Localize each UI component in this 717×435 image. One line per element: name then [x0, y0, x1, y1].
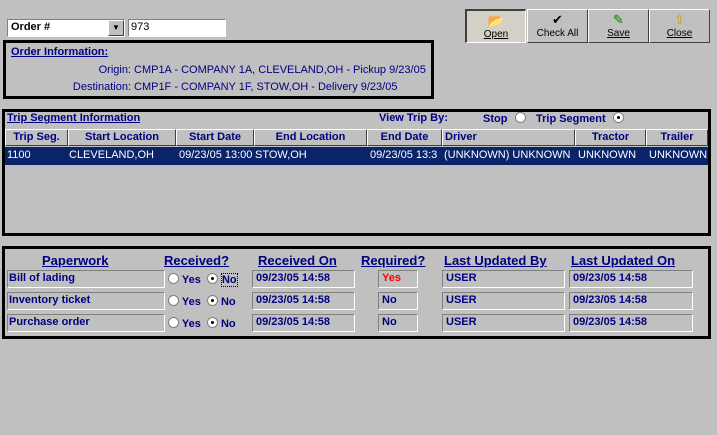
- table-cell: UNKNOWN: [649, 149, 708, 161]
- trip-segment-grid[interactable]: Trip Seg. Start Location Start Date End …: [5, 129, 708, 233]
- paperwork-name: Inventory ticket: [7, 292, 165, 310]
- order-number-input[interactable]: 973: [128, 19, 226, 37]
- received-no-radio[interactable]: [206, 273, 218, 284]
- received-on-field: 09/23/05 14:58: [252, 270, 355, 288]
- table-cell: (UNKNOWN) UNKNOWN: [444, 149, 571, 161]
- order-information-panel: Order Information: Origin: CMP1A - COMPA…: [3, 40, 434, 99]
- received-no-radio[interactable]: [206, 295, 218, 306]
- column-header-trailer[interactable]: Trailer: [646, 129, 708, 146]
- received-yes-radio[interactable]: [168, 317, 179, 328]
- checkmark-icon: ✔: [552, 12, 563, 27]
- column-header-start-location[interactable]: Start Location: [68, 129, 176, 146]
- view-by-stop-option[interactable]: Stop: [483, 112, 526, 125]
- column-header-end-date[interactable]: End Date: [367, 129, 442, 146]
- received-on-header: Received On: [258, 253, 337, 268]
- updated-by-field: USER: [442, 292, 565, 310]
- trip-segment-radio[interactable]: [612, 112, 624, 123]
- paperwork-name: Purchase order: [7, 314, 165, 332]
- received-radio-group[interactable]: Yes No: [168, 317, 236, 330]
- column-header-trip-seg[interactable]: Trip Seg.: [5, 129, 68, 146]
- origin-label: Origin:: [98, 64, 131, 76]
- updated-by-field: USER: [442, 314, 565, 332]
- check-all-button[interactable]: ✔ Check All: [527, 9, 588, 43]
- order-information-title: Order Information:: [11, 46, 109, 58]
- trip-segment-title: Trip Segment Information: [7, 112, 141, 124]
- updated-on-field: 09/23/05 14:58: [569, 270, 693, 288]
- received-no-radio[interactable]: [206, 317, 218, 328]
- table-cell: STOW,OH: [255, 149, 307, 161]
- table-cell: UNKNOWN: [578, 149, 637, 161]
- received-on-field: 09/23/05 14:58: [252, 292, 355, 310]
- column-header-tractor[interactable]: Tractor: [575, 129, 646, 146]
- paperwork-panel: Paperwork Received? Received On Required…: [2, 246, 711, 339]
- order-field-value: Order #: [11, 21, 51, 33]
- save-edit-icon: ✎: [613, 12, 624, 27]
- trip-segment-panel: Trip Segment Information View Trip By: S…: [2, 109, 711, 236]
- column-header-driver[interactable]: Driver: [442, 129, 575, 146]
- stop-radio[interactable]: [514, 112, 526, 123]
- paperwork-header: Paperwork: [42, 253, 109, 268]
- destination-label: Destination:: [72, 81, 131, 93]
- paperwork-name: Bill of lading: [7, 270, 165, 288]
- folder-open-icon: 📂: [487, 13, 505, 28]
- table-cell: 1100: [7, 149, 31, 161]
- received-radio-group[interactable]: Yes No: [168, 273, 238, 287]
- open-button[interactable]: 📂 Open: [465, 9, 526, 43]
- view-trip-by-label: View Trip By:: [379, 112, 448, 124]
- table-row[interactable]: 1100 CLEVELAND,OH 09/23/05 13:00 STOW,OH…: [5, 147, 708, 165]
- required-field: No: [378, 314, 418, 332]
- received-yes-radio[interactable]: [168, 295, 179, 306]
- destination-value: CMP1F - COMPANY 1F, STOW,OH - Delivery 9…: [134, 81, 398, 93]
- updated-on-field: 09/23/05 14:58: [569, 314, 693, 332]
- save-button[interactable]: ✎ Save: [588, 9, 649, 43]
- folder-up-icon: ⇧: [674, 12, 685, 27]
- table-cell: 09/23/05 13:00: [179, 149, 253, 161]
- table-cell: 09/23/05 13:3: [370, 149, 438, 161]
- required-field: No: [378, 292, 418, 310]
- column-header-start-date[interactable]: Start Date: [176, 129, 254, 146]
- table-cell: CLEVELAND,OH: [69, 149, 154, 161]
- required-field: Yes: [378, 270, 418, 288]
- received-radio-group[interactable]: Yes No: [168, 295, 236, 308]
- order-field-select[interactable]: Order # ▼: [7, 19, 125, 37]
- last-updated-by-header: Last Updated By: [444, 253, 547, 268]
- received-on-field: 09/23/05 14:58: [252, 314, 355, 332]
- updated-by-field: USER: [442, 270, 565, 288]
- close-button[interactable]: ⇧ Close: [649, 9, 710, 43]
- view-by-trip-segment-option[interactable]: Trip Segment: [536, 112, 624, 125]
- origin-value: CMP1A - COMPANY 1A, CLEVELAND,OH - Picku…: [134, 64, 426, 76]
- chevron-down-icon[interactable]: ▼: [108, 20, 124, 36]
- received-yes-radio[interactable]: [168, 273, 179, 284]
- updated-on-field: 09/23/05 14:58: [569, 292, 693, 310]
- column-header-end-location[interactable]: End Location: [254, 129, 367, 146]
- received-header: Received?: [164, 253, 230, 268]
- last-updated-on-header: Last Updated On: [571, 253, 676, 268]
- required-header: Required?: [361, 253, 426, 268]
